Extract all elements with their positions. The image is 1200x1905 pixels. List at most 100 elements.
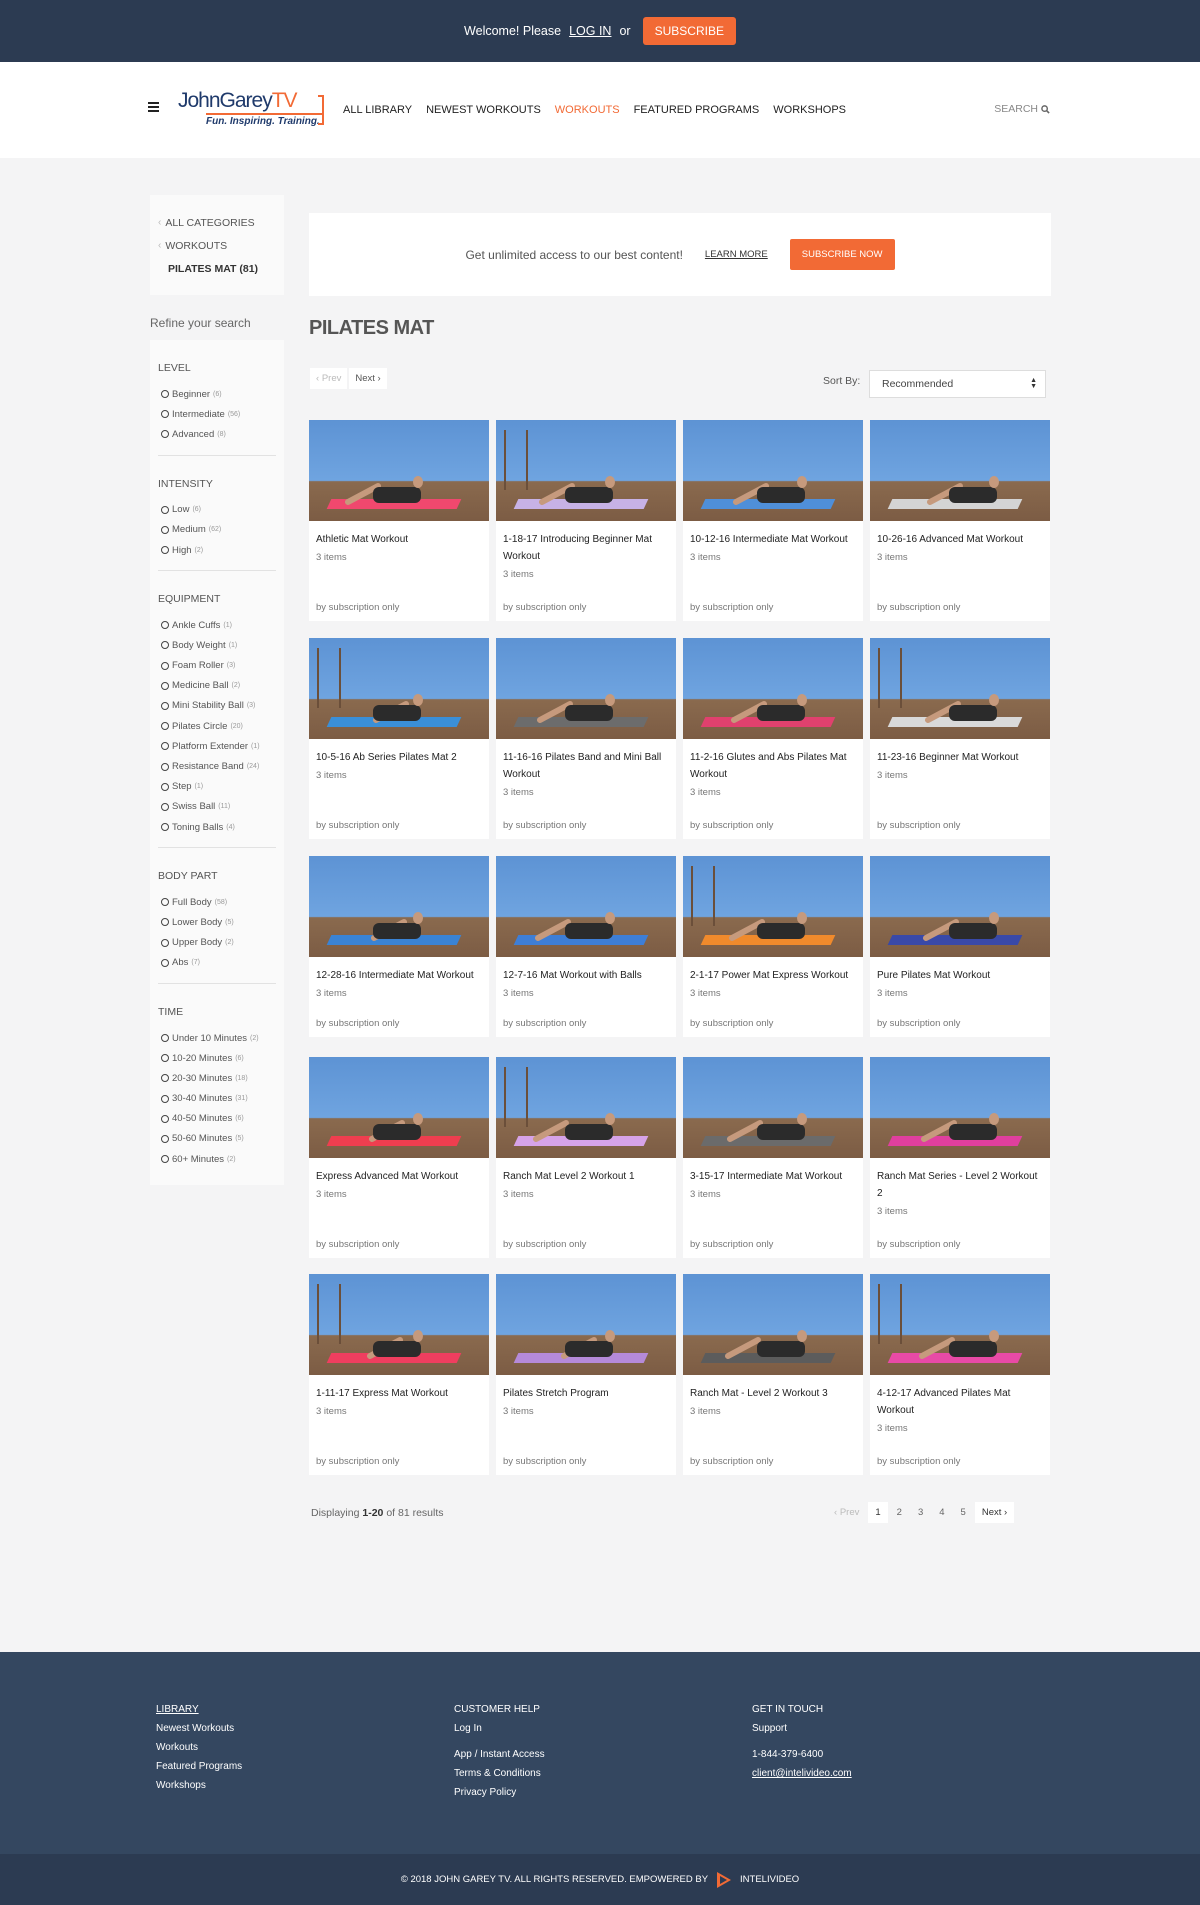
workout-title[interactable]: 11-16-16 Pilates Band and Mini Ball Work…: [503, 749, 669, 783]
workout-card[interactable]: 12-7-16 Mat Workout with Balls 3 items by …: [496, 856, 676, 1037]
prev-page-button[interactable]: ‹ Prev: [310, 368, 348, 389]
workout-title[interactable]: 1-18-17 Introducing Beginner Mat Workout: [503, 531, 669, 565]
workout-title[interactable]: Pure Pilates Mat Workout: [877, 967, 1043, 984]
filter-option[interactable]: Under 10 Minutes (2): [158, 1028, 276, 1048]
workout-card[interactable]: 1-18-17 Introducing Beginner Mat Workout…: [496, 420, 676, 621]
hamburger-menu-icon[interactable]: [148, 102, 159, 112]
filter-option[interactable]: Lower Body (5): [158, 912, 276, 932]
workout-thumbnail[interactable]: [309, 1057, 489, 1158]
filter-option[interactable]: Medicine Ball (2): [158, 676, 276, 696]
workout-title[interactable]: Ranch Mat Series - Level 2 Workout 2: [877, 1168, 1043, 1202]
workout-card[interactable]: 10-12-16 Intermediate Mat Workout 3 items…: [683, 420, 863, 621]
nav-item-featured-programs[interactable]: FEATURED PROGRAMS: [634, 104, 760, 116]
workout-card[interactable]: Express Advanced Mat Workout 3 items by su…: [309, 1057, 489, 1258]
footer-link[interactable]: Workouts: [156, 1742, 242, 1761]
page-number-1[interactable]: 1: [868, 1502, 888, 1523]
workout-thumbnail[interactable]: [870, 856, 1050, 957]
prev-page-button[interactable]: ‹ Prev: [827, 1502, 866, 1523]
workout-card[interactable]: 3-15-17 Intermediate Mat Workout 3 items b…: [683, 1057, 863, 1258]
workout-thumbnail[interactable]: [683, 1274, 863, 1375]
radio-circle-icon[interactable]: [161, 1034, 169, 1043]
next-page-button[interactable]: Next ›: [349, 368, 387, 389]
workout-thumbnail[interactable]: [870, 420, 1050, 521]
radio-circle-icon[interactable]: [161, 802, 169, 811]
filter-option[interactable]: Pilates Circle (20): [158, 716, 276, 736]
filter-option[interactable]: Toning Balls (4): [158, 817, 276, 837]
radio-circle-icon[interactable]: [161, 681, 169, 690]
workout-thumbnail[interactable]: [683, 856, 863, 957]
learn-more-link[interactable]: LEARN MORE: [705, 249, 768, 260]
radio-circle-icon[interactable]: [161, 546, 169, 555]
footer-link[interactable]: Workshops: [156, 1780, 242, 1799]
workout-card[interactable]: 10-26-16 Advanced Mat Workout 3 items by s…: [870, 420, 1050, 621]
site-logo[interactable]: JohnGareyTV Fun. Inspiring. Training.: [178, 89, 324, 131]
workouts-category-link[interactable]: ‹ WORKOUTS: [150, 234, 284, 257]
workout-card[interactable]: Athletic Mat Workout 3 items by subscripti…: [309, 420, 489, 621]
workout-thumbnail[interactable]: [309, 638, 489, 739]
footer-link[interactable]: Newest Workouts: [156, 1723, 242, 1742]
workout-card[interactable]: 11-2-16 Glutes and Abs Pilates Mat Worko…: [683, 638, 863, 839]
workout-thumbnail[interactable]: [496, 420, 676, 521]
radio-circle-icon[interactable]: [161, 1094, 169, 1103]
workout-title[interactable]: Express Advanced Mat Workout: [316, 1168, 482, 1185]
workout-title[interactable]: 11-23-16 Beginner Mat Workout: [877, 749, 1043, 766]
filter-option[interactable]: Full Body (58): [158, 892, 276, 912]
radio-circle-icon[interactable]: [161, 898, 169, 907]
filter-option[interactable]: 30-40 Minutes (31): [158, 1089, 276, 1109]
nav-item-newest-workouts[interactable]: NEWEST WORKOUTS: [426, 104, 541, 116]
radio-circle-icon[interactable]: [161, 742, 169, 751]
sort-select[interactable]: Recommended ▲ ▼: [869, 370, 1046, 398]
workout-thumbnail[interactable]: [683, 420, 863, 521]
filter-option[interactable]: Ankle Cuffs (1): [158, 615, 276, 635]
workout-title[interactable]: 2-1-17 Power Mat Express Workout: [690, 967, 856, 984]
workout-card[interactable]: Ranch Mat - Level 2 Workout 3 3 items by s…: [683, 1274, 863, 1475]
radio-circle-icon[interactable]: [161, 958, 169, 967]
radio-circle-icon[interactable]: [161, 1074, 169, 1083]
radio-circle-icon[interactable]: [161, 661, 169, 670]
radio-circle-icon[interactable]: [161, 390, 169, 399]
radio-circle-icon[interactable]: [161, 1155, 169, 1164]
workout-card[interactable]: 2-1-17 Power Mat Express Workout 3 items b…: [683, 856, 863, 1037]
workout-title[interactable]: Ranch Mat - Level 2 Workout 3: [690, 1385, 856, 1402]
radio-circle-icon[interactable]: [161, 430, 169, 439]
workout-title[interactable]: 10-12-16 Intermediate Mat Workout: [690, 531, 856, 548]
filter-option[interactable]: Low (6): [158, 500, 276, 520]
filter-option[interactable]: Mini Stability Ball (3): [158, 696, 276, 716]
workout-thumbnail[interactable]: [683, 638, 863, 739]
footer-link[interactable]: client@intelivideo.com: [752, 1768, 852, 1787]
radio-circle-icon[interactable]: [161, 1114, 169, 1123]
nav-item-all-library[interactable]: ALL LIBRARY: [343, 104, 412, 116]
filter-option[interactable]: Resistance Band (24): [158, 756, 276, 776]
workout-card[interactable]: Pure Pilates Mat Workout 3 items by subscr…: [870, 856, 1050, 1037]
radio-circle-icon[interactable]: [161, 938, 169, 947]
workout-title[interactable]: Pilates Stretch Program: [503, 1385, 669, 1402]
workout-card[interactable]: 10-5-16 Ab Series Pilates Mat 2 3 items by…: [309, 638, 489, 839]
workout-card[interactable]: Ranch Mat Level 2 Workout 1 3 items by sub…: [496, 1057, 676, 1258]
workout-card[interactable]: Ranch Mat Series - Level 2 Workout 2 3 it…: [870, 1057, 1050, 1258]
radio-circle-icon[interactable]: [161, 525, 169, 534]
workout-thumbnail[interactable]: [870, 1274, 1050, 1375]
radio-circle-icon[interactable]: [161, 1134, 169, 1143]
workout-thumbnail[interactable]: [870, 638, 1050, 739]
footer-link[interactable]: LIBRARY: [156, 1704, 242, 1723]
filter-option[interactable]: Body Weight (1): [158, 635, 276, 655]
filter-option[interactable]: Medium (62): [158, 520, 276, 540]
workout-thumbnail[interactable]: [309, 856, 489, 957]
workout-thumbnail[interactable]: [496, 638, 676, 739]
search-button[interactable]: SEARCH: [994, 103, 1050, 115]
radio-circle-icon[interactable]: [161, 1054, 169, 1063]
all-categories-link[interactable]: ‹ ALL CATEGORIES: [150, 211, 284, 234]
radio-circle-icon[interactable]: [161, 641, 169, 650]
workout-card[interactable]: Pilates Stretch Program 3 items by subscri…: [496, 1274, 676, 1475]
subscribe-button[interactable]: SUBSCRIBE: [642, 17, 736, 45]
nav-item-workshops[interactable]: WORKSHOPS: [773, 104, 846, 116]
filter-option[interactable]: Abs (7): [158, 953, 276, 973]
radio-circle-icon[interactable]: [161, 722, 169, 731]
workout-card[interactable]: 4-12-17 Advanced Pilates Mat Workout 3 it…: [870, 1274, 1050, 1475]
page-number-4[interactable]: 4: [932, 1502, 951, 1523]
filter-option[interactable]: 10-20 Minutes (6): [158, 1048, 276, 1068]
filter-option[interactable]: Swiss Ball (11): [158, 797, 276, 817]
nav-item-workouts[interactable]: WORKOUTS: [555, 104, 620, 116]
filter-option[interactable]: Step (1): [158, 777, 276, 797]
footer-link[interactable]: 1-844-379-6400: [752, 1749, 852, 1768]
